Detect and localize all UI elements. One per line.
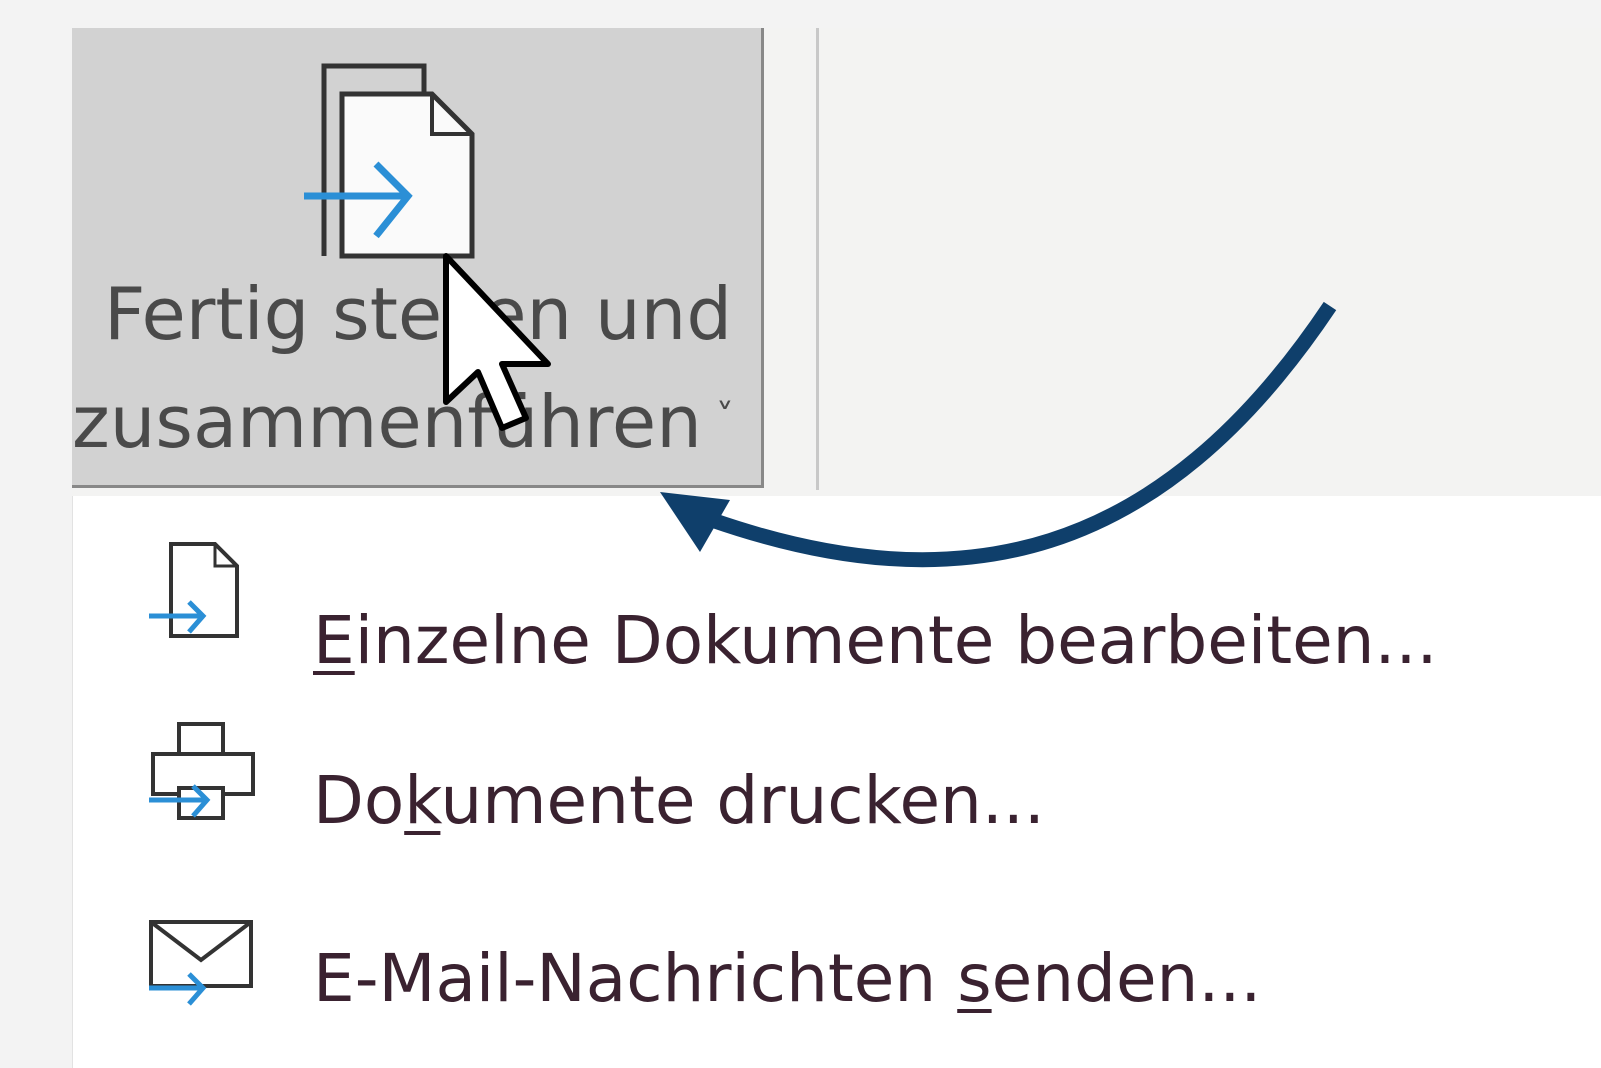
label-post: inzelne Dokumente bearbeiten... — [354, 602, 1438, 679]
label-pre: E-Mail-Nachrichten — [313, 940, 958, 1017]
menu-item-edit-individual-documents[interactable]: Einzelne Dokumente bearbeiten... — [73, 536, 1601, 686]
label-pre: Do — [313, 762, 405, 839]
label-accelerator: k — [404, 762, 441, 839]
finish-merge-dropdown-menu: Einzelne Dokumente bearbeiten... Dokumen… — [72, 496, 1601, 1068]
print-documents-icon — [149, 722, 255, 820]
edit-documents-icon — [149, 542, 239, 638]
finish-button-label-text: zusammenführen — [72, 380, 702, 464]
ribbon-separator — [816, 28, 819, 490]
label-accelerator: E — [313, 602, 355, 679]
menu-item-label: Dokumente drucken... — [313, 768, 1045, 834]
ribbon: Fertig stellen und zusammenführen ˅ — [72, 28, 1601, 500]
label-post: umente drucken... — [440, 762, 1045, 839]
email-messages-icon — [149, 920, 253, 1006]
finish-button-label-line1: Fertig stellen und — [103, 272, 733, 356]
label-accelerator: s — [957, 940, 992, 1017]
chevron-down-icon: ˅ — [715, 397, 734, 438]
mouse-cursor-icon — [443, 253, 551, 431]
finish-button-label-line2: zusammenführen ˅ — [72, 386, 764, 458]
menu-item-print-documents[interactable]: Dokumente drucken... — [73, 710, 1601, 860]
finish-merge-icon — [304, 63, 475, 259]
menu-item-label: E-Mail-Nachrichten senden... — [313, 946, 1261, 1012]
menu-item-send-email-messages[interactable]: E-Mail-Nachrichten senden... — [73, 900, 1601, 1050]
label-post: enden... — [991, 940, 1262, 1017]
finish-and-merge-button[interactable]: Fertig stellen und zusammenführen ˅ — [72, 28, 764, 488]
menu-item-label: Einzelne Dokumente bearbeiten... — [313, 608, 1437, 674]
